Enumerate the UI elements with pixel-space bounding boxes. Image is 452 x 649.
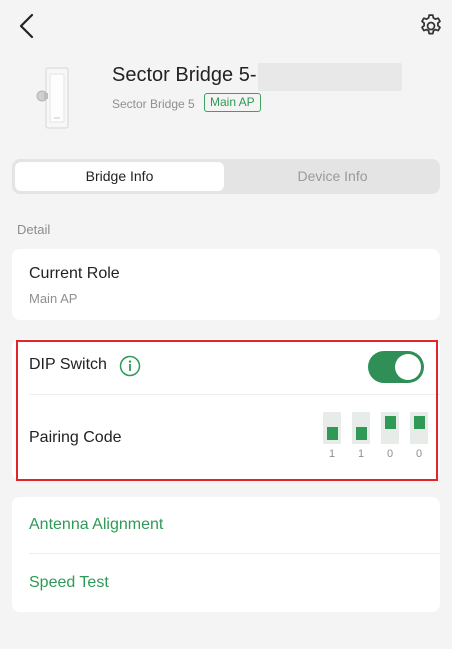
info-tabs: Bridge Info Device Info <box>12 159 440 194</box>
top-bar <box>0 0 452 52</box>
dip-switch-toggle[interactable] <box>368 351 424 383</box>
dip-switch-card: DIP Switch Pairing Code 1 1 0 0 <box>12 339 440 480</box>
pairing-digit: 0 <box>415 448 423 460</box>
device-title: Sector Bridge 5- <box>112 64 257 86</box>
back-button[interactable] <box>14 12 40 40</box>
antenna-alignment-link[interactable]: Antenna Alignment <box>29 516 163 534</box>
dip-switch-label: DIP Switch <box>29 356 107 373</box>
pairing-dip-3: 0 <box>381 412 399 460</box>
pairing-digit: 1 <box>328 448 336 460</box>
current-role-label: Current Role <box>29 265 120 282</box>
device-header: Sector Bridge 5- Sector Bridge 5 Main AP <box>0 56 452 136</box>
gear-icon <box>421 14 441 35</box>
redacted-name <box>258 63 402 91</box>
speed-test-link[interactable]: Speed Test <box>29 574 109 592</box>
pairing-dip-4: 0 <box>410 412 428 460</box>
divider <box>29 394 440 395</box>
info-icon[interactable] <box>119 355 141 377</box>
divider <box>29 553 440 554</box>
tab-bridge-info[interactable]: Bridge Info <box>15 162 224 191</box>
pairing-digit: 0 <box>386 448 394 460</box>
device-image <box>36 66 76 130</box>
current-role-card: Current Role Main AP <box>12 249 440 320</box>
section-label-detail: Detail <box>17 222 51 237</box>
toggle-knob <box>395 354 421 380</box>
pairing-code-label: Pairing Code <box>29 429 122 446</box>
settings-button[interactable] <box>418 13 444 39</box>
chevron-left-icon <box>19 13 34 39</box>
actions-card: Antenna Alignment Speed Test <box>12 497 440 612</box>
pairing-dip-1: 1 <box>323 412 341 460</box>
device-model: Sector Bridge 5 <box>112 97 195 111</box>
pairing-dip-2: 1 <box>352 412 370 460</box>
role-badge: Main AP <box>204 93 261 112</box>
current-role-value: Main AP <box>29 291 78 306</box>
pairing-digit: 1 <box>357 448 365 460</box>
tab-device-info[interactable]: Device Info <box>228 162 437 191</box>
